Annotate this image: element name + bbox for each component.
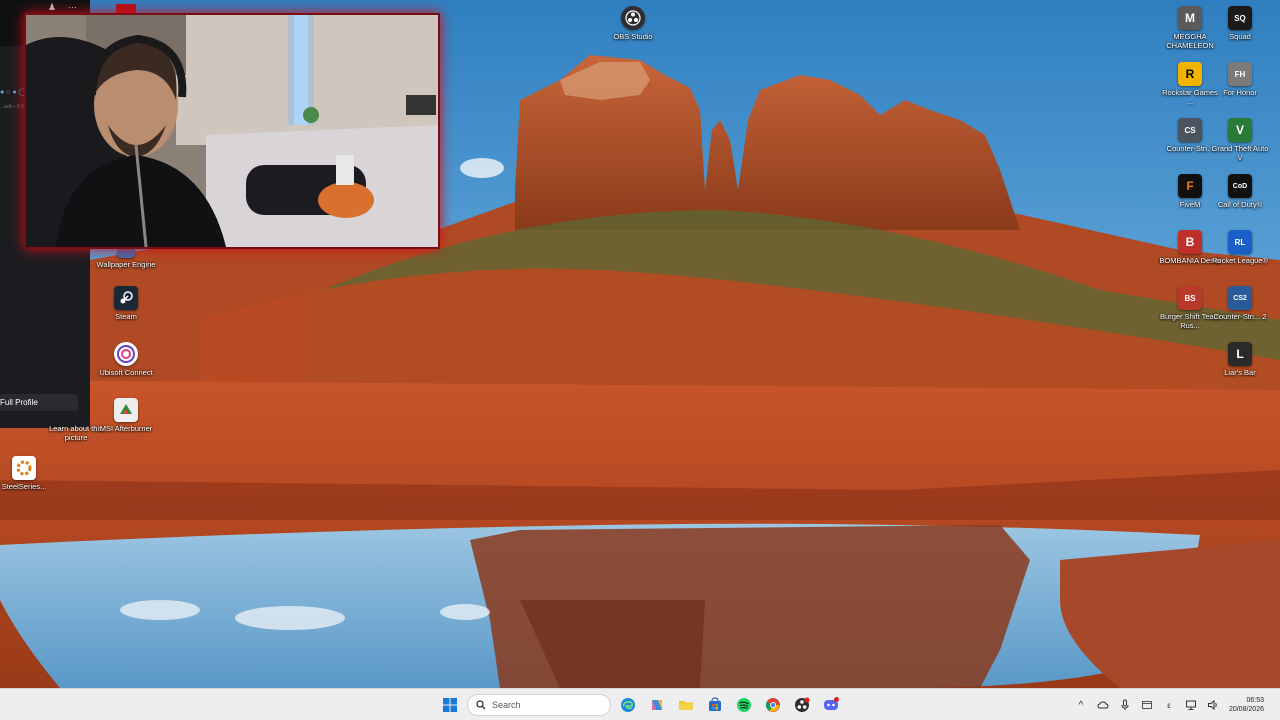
tray-window-button[interactable] [1136,694,1158,716]
liars-bar-icon: L [1228,342,1252,366]
copilot-icon [652,700,662,710]
more-options-icon[interactable]: ⋯ [68,2,77,13]
status-line: ● ○ ● ◯ [0,89,27,96]
microphone-button[interactable] [1114,694,1136,716]
rocket-league-icon: RL [1228,230,1252,254]
tray-app-button[interactable] [1092,694,1114,716]
taskbar: Search ^ ε 06:53 20/08/2026 [0,688,1280,720]
counter-strike-2-icon: CS2 [1228,286,1252,310]
edge-icon [621,698,635,712]
user-icon[interactable]: ♟ [48,2,56,13]
discord-icon [824,697,839,710]
window-icon [1142,701,1152,709]
obs-icon [621,6,645,30]
obs-taskbar-button[interactable] [790,693,814,717]
microphone-icon [1121,699,1129,710]
desktop-icon-steelseries[interactable]: SteelSeries... [0,456,54,491]
system-tray: ^ ε 06:53 20/08/2026 [1070,689,1280,720]
volume-button[interactable] [1202,694,1224,716]
desktop-icon-squad[interactable]: SQ Squad [1210,6,1270,41]
wallpaper-engine-icon [117,248,135,258]
for-honor-icon: FH [1228,62,1252,86]
search-placeholder: Search [492,700,521,710]
edge-button[interactable] [616,693,640,717]
spotify-button[interactable] [732,693,756,717]
store-button[interactable] [703,693,727,717]
clock-date: 20/08/2026 [1228,706,1264,713]
spotify-icon [737,698,751,712]
ubisoft-icon [114,342,138,366]
desktop-icon-ubisoft-connect[interactable]: Ubisoft Connect [96,342,156,377]
search-icon [476,700,486,710]
gta-v-icon: V [1228,118,1252,142]
msi-afterburner-icon [114,398,138,422]
desktop-icon-counter-strike-2[interactable]: CS2 Counter-Stri... 2 [1210,286,1270,321]
rockstar-icon: R [1178,62,1202,86]
call-of-duty-icon: CoD [1228,174,1252,198]
chrome-icon [765,698,780,712]
clock-time: 06:53 [1246,697,1264,704]
desktop-icon-msi-afterburner[interactable]: MSI Afterburner [96,398,156,433]
counter-strike-icon: CS [1178,118,1202,142]
chrome-button[interactable] [761,693,785,717]
full-profile-button[interactable]: Full Profile [0,394,78,411]
language-indicator[interactable]: ε [1158,694,1180,716]
bombania-icon: B [1178,230,1202,254]
desktop-icon-obs-studio[interactable]: OBS Studio [603,6,663,41]
chevron-up-icon: ^ [1078,699,1084,711]
start-button[interactable] [438,693,462,717]
squad-icon: SQ [1228,6,1252,30]
cloud-icon [1097,701,1109,709]
desktop-icon-call-of-duty[interactable]: CoD Call of Duty® [1210,174,1270,209]
webcam-overlay [24,13,440,249]
steam-icon [114,286,138,310]
desktop-icon-for-honor[interactable]: FH For Honor [1210,62,1270,97]
speaker-icon [1208,699,1217,711]
discord-button[interactable] [819,693,843,717]
taskbar-search[interactable]: Search [467,694,611,716]
taskbar-clock[interactable]: 06:53 20/08/2026 [1224,696,1280,714]
language-label: ε [1167,700,1171,710]
copilot-button[interactable] [645,693,669,717]
desktop-icon-gta-v[interactable]: V Grand Theft Auto V [1210,118,1270,162]
desktop-icon-steam[interactable]: Steam [96,286,156,321]
chameleon-icon: M [1178,6,1202,30]
taskbar-pinned: Search [438,693,843,717]
file-explorer-button[interactable] [674,693,698,717]
burger-shift-icon: BS [1178,286,1202,310]
windows-icon [443,698,457,712]
desktop-icon-liars-bar[interactable]: L Liar's Bar [1210,342,1270,377]
fivem-icon: F [1178,174,1202,198]
steelseries-icon [12,456,36,480]
info-icon [64,414,88,422]
folder-icon [679,701,693,710]
desktop-icon-wallpaper-engine[interactable]: Wallpaper Engine [96,248,156,269]
store-icon [709,697,721,711]
obs-icon [795,697,810,712]
network-button[interactable] [1180,694,1202,716]
show-hidden-icons-button[interactable]: ^ [1070,694,1092,716]
monitor-network-icon [1186,700,1196,710]
desktop-icon-rocket-league[interactable]: RL Rocket League® [1210,230,1270,265]
